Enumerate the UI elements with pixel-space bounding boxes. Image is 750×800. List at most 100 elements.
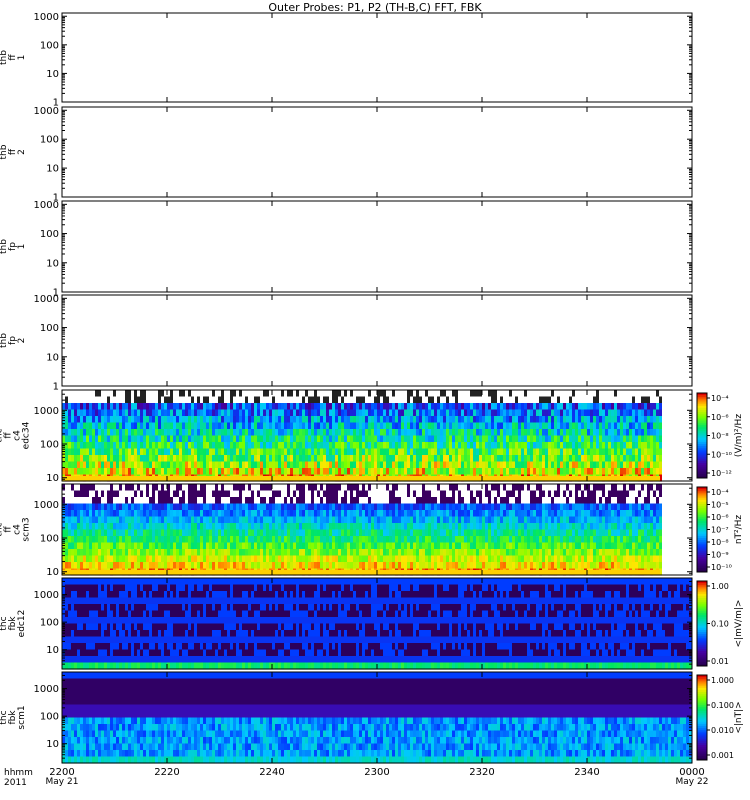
spectrogram-6 <box>62 484 662 576</box>
xtick-label: 2220 <box>154 767 179 778</box>
panel-frame <box>61 106 693 198</box>
panel-7: 10 100 1000 thc fbk edc12 1.00 0.10 0.01 <|mV/m|> <box>0 577 744 670</box>
panel-1: 1 10 100 1000 thb ff 1 <box>0 12 693 109</box>
ytick-label: 10 <box>46 645 59 656</box>
colorbar-tick-label: 10⁻¹⁰ <box>711 450 732 459</box>
colorbar-5: 10⁻⁴ 10⁻⁶ 10⁻⁸ 10⁻¹⁰ 10⁻¹² (V/m)²/Hz <box>696 392 744 479</box>
ylabel-5: thc ff c4 edc34 <box>0 421 32 449</box>
ylabel-line: 2 <box>17 338 27 344</box>
panel-8: 10 100 1000 thc fbk scm1 1.000 0.100 0.010 0.001 <… <box>0 671 744 764</box>
spectrogram-5 <box>62 390 662 482</box>
panel-frame <box>61 200 693 293</box>
ytick-label: 100 <box>40 135 59 146</box>
panel-4: 1 10 100 1000 thb fp 2 <box>0 294 693 393</box>
colorbar-tick-label: 1.000 <box>711 676 734 685</box>
colorbar-tick-label: 0.01 <box>711 657 729 666</box>
ylabel-line: 1 <box>17 55 27 61</box>
ytick-label: 100 <box>40 534 59 545</box>
ytick-label: 1000 <box>34 12 59 23</box>
ylabel-line: 2 <box>17 149 27 155</box>
ytick-label: 1000 <box>34 500 59 511</box>
ylabel-line: scm3 <box>22 517 32 541</box>
colorbar-label: <|nT|> <box>734 701 744 733</box>
colorbar-label-text: (V/m)²/Hz <box>734 414 744 457</box>
ytick-label: 1000 <box>34 590 59 601</box>
colorbar-7: 1.00 0.10 0.01 <|mV/m|> <box>696 580 744 667</box>
spectrogram-7 <box>62 578 692 670</box>
colorbar-8: 1.000 0.100 0.010 0.001 <|nT|> <box>696 674 744 761</box>
ytick-label: 10 <box>46 164 59 175</box>
colorbar-tick-label: 10⁻⁴ <box>711 394 729 403</box>
ytick-label: 100 <box>40 440 59 451</box>
xtick-label: 2300 <box>364 767 389 778</box>
panel-3: 1 10 100 1000 thb fp 1 <box>0 200 693 299</box>
ytick-label: 1000 <box>34 106 59 117</box>
colorbar-tick-label: 10⁻⁹ <box>711 551 729 560</box>
panel-frame <box>61 294 693 387</box>
spectrogram-figure: 1101001000thb ff 11101001000thb ff 211010010… <box>0 12 744 788</box>
ylabel-7: thc fbk edc12 <box>0 610 27 638</box>
ytick-label: 100 <box>40 712 59 723</box>
colorbar-tick-label: 10⁻¹⁰ <box>711 563 732 572</box>
colorbar-tick-label: 0.100 <box>711 701 734 710</box>
colorbar-tick-label: 10⁻⁴ <box>711 488 729 497</box>
colorbar-label: nT²/Hz <box>734 515 744 545</box>
colorbar-label: <|mV/m|> <box>734 600 744 648</box>
colorbar-label-text: <|nT|> <box>734 701 744 733</box>
ytick-label: 100 <box>40 323 59 334</box>
panel-2: 1101001000thb ff 2 <box>0 106 693 204</box>
colorbar-tick-label: 10⁻⁶ <box>711 513 729 522</box>
xtick-label: 2340 <box>574 767 599 778</box>
colorbar-tick-label: 0.10 <box>711 620 729 629</box>
colorbar-tick-label: 10⁻⁸ <box>711 538 729 547</box>
ytick-label: 10 <box>46 352 59 363</box>
time-axis-label: hhmm <box>4 768 33 778</box>
spectrogram-8 <box>62 672 692 764</box>
ylabel-6: thc ff c4 scm3 <box>0 517 32 541</box>
ylabel-line: scm1 <box>17 705 27 729</box>
ylabel-8: thc fbk scm1 <box>0 705 27 729</box>
ytick-label: 10 <box>46 567 59 578</box>
colorbar-6: 10⁻⁴ 10⁻⁵ 10⁻⁶ 10⁻⁷ 10⁻⁸ 10⁻⁹ 10⁻¹⁰ nT²/Hz <box>696 486 744 573</box>
colorbar-tick-label: 1.00 <box>711 582 729 591</box>
colorbar-tick-label: 10⁻¹² <box>711 469 732 478</box>
xtick-label: 2240 <box>259 767 284 778</box>
ylabel-3: thb fp 1 <box>0 239 27 254</box>
ylabel-1: thb ff 1 <box>0 50 27 65</box>
ytick-label: 100 <box>40 618 59 629</box>
time-axis-label: 2011 <box>4 778 27 788</box>
ylabel-line: edc34 <box>22 421 32 449</box>
colorbar-tick-label: 0.010 <box>711 726 734 735</box>
colorbar-tick-label: 10⁻⁸ <box>711 432 729 441</box>
ylabel-line: edc12 <box>17 610 27 638</box>
ytick-label: 100 <box>40 40 59 51</box>
ytick-label: 1000 <box>34 684 59 695</box>
panel-5: 101001000thc ff c4 edc3410⁻⁴10⁻⁶10⁻⁸10⁻¹⁰10… <box>0 389 744 484</box>
panel-frame <box>61 12 693 103</box>
ytick-label: 1 <box>53 382 59 393</box>
ytick-label: 10 <box>46 69 59 80</box>
colorbar-tick-label: 0.001 <box>711 751 734 760</box>
colorbar-label-text: nT²/Hz <box>734 515 744 545</box>
ytick-label: 10 <box>46 258 59 269</box>
ytick-label: 1000 <box>34 200 59 211</box>
low-band-6 <box>62 570 660 575</box>
ytick-label: 1000 <box>34 294 59 305</box>
ylabel-line: 1 <box>17 244 27 250</box>
ylabel-4: thb fp 2 <box>0 333 27 348</box>
xtick-label: 2320 <box>469 767 494 778</box>
ytick-label: 10 <box>46 739 59 750</box>
colorbar-label-text: <|mV/m|> <box>734 600 744 648</box>
ytick-label: 1000 <box>34 406 59 417</box>
date-end: May 22 <box>676 777 709 787</box>
date-start: May 21 <box>46 777 79 787</box>
ytick-label: 100 <box>40 229 59 240</box>
panel-6: 10 100 1000thc ff c4 scm3 10⁻⁴ 10⁻⁵ 10⁻⁶ 10⁻⁷ 10⁻⁸… <box>0 483 744 578</box>
low-band-5 <box>62 476 660 481</box>
colorbar-tick-label: 10⁻⁶ <box>711 413 729 422</box>
ylabel-2: thb ff 2 <box>0 144 27 159</box>
colorbar-tick-label: 10⁻⁷ <box>711 526 729 535</box>
colorbar-label: (V/m)²/Hz <box>734 414 744 457</box>
ytick-label: 10 <box>46 473 59 484</box>
colorbar-tick-label: 10⁻⁵ <box>711 501 729 510</box>
